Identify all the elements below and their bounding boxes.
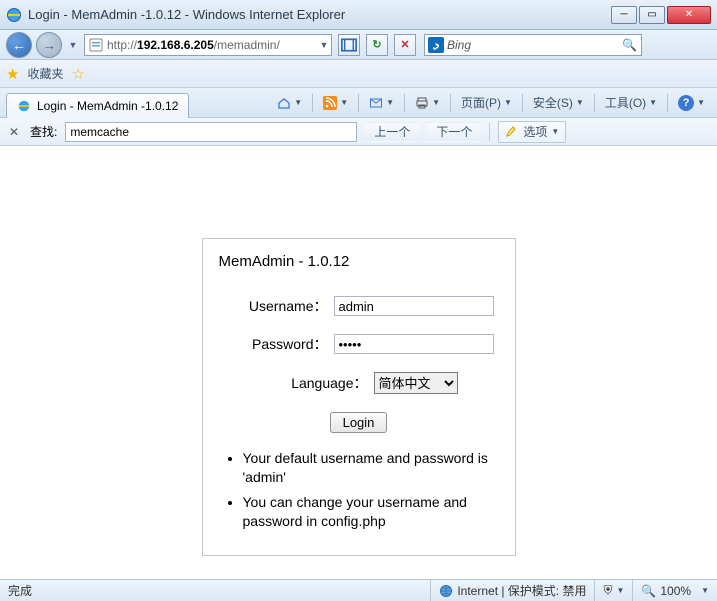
back-button[interactable]: ← [6, 32, 32, 58]
tab-favicon-icon [17, 99, 31, 113]
page-content: MemAdmin - 1.0.12 Username： Password： La… [0, 146, 717, 579]
find-options-button[interactable]: 选项 ▼ [498, 121, 566, 143]
tools-menu[interactable]: 工具(O) ▼ [599, 92, 663, 114]
window-title: Login - MemAdmin -1.0.12 - Windows Inter… [28, 7, 611, 22]
search-go-icon[interactable]: 🔍 [618, 38, 641, 52]
window-controls: ─ ▭ ✕ [611, 6, 711, 24]
password-label: Password： [219, 334, 334, 354]
stop-button[interactable]: ✕ [394, 34, 416, 56]
find-input[interactable] [66, 123, 356, 141]
find-bar: ✕ 查找: 上一个 下一个 选项 ▼ [0, 118, 717, 146]
shield-icon: ⛨ [603, 583, 612, 598]
page-favicon-icon [88, 37, 104, 53]
login-heading: MemAdmin - 1.0.12 [219, 253, 499, 270]
close-button[interactable]: ✕ [667, 6, 711, 24]
safety-menu[interactable]: 安全(S) ▼ [527, 92, 590, 114]
url-dropdown-icon[interactable]: ▼ [317, 32, 331, 58]
search-box[interactable]: 🔍 [424, 34, 642, 56]
mail-button[interactable]: ▼ [363, 92, 400, 114]
nav-history-dropdown[interactable]: ▼ [66, 32, 80, 58]
print-button[interactable]: ▼ [409, 92, 446, 114]
minimize-button[interactable]: ─ [611, 6, 637, 24]
password-input[interactable] [334, 334, 494, 354]
refresh-button[interactable]: ↻ [366, 34, 388, 56]
login-panel: MemAdmin - 1.0.12 Username： Password： La… [202, 238, 516, 556]
help-button[interactable]: ?▼ [672, 92, 711, 114]
highlighter-icon [505, 125, 519, 139]
url-path: /memadmin/ [214, 38, 280, 52]
status-protected-mode-dropdown[interactable]: ⛨▼ [594, 580, 632, 601]
bing-icon [428, 37, 444, 53]
language-select[interactable]: 简体中文 [374, 372, 458, 394]
search-input[interactable] [447, 35, 618, 55]
favorites-bar: ★ 收藏夹 ☆ [0, 60, 717, 88]
login-note: Your default username and password is 'a… [243, 449, 499, 487]
url-prefix: http:// [107, 38, 137, 52]
find-prev-button[interactable]: 上一个 [365, 122, 419, 142]
find-input-wrapper [65, 122, 357, 142]
feeds-button[interactable]: ▼ [317, 92, 354, 114]
add-favorite-icon[interactable]: ☆ [71, 65, 84, 83]
compat-view-button[interactable] [338, 34, 360, 56]
address-bar[interactable]: http:// 192.168.6.205 /memadmin/ ▼ [84, 34, 332, 56]
username-label: Username： [219, 296, 334, 316]
login-notes: Your default username and password is 'a… [219, 449, 499, 531]
tab-title: Login - MemAdmin -1.0.12 [37, 99, 178, 113]
status-done: 完成 [0, 582, 40, 599]
tab-toolbar: Login - MemAdmin -1.0.12 ▼ ▼ ▼ ▼ 页面(P) ▼… [0, 88, 717, 118]
language-label: Language： [219, 373, 374, 393]
globe-icon [439, 584, 453, 598]
status-zoom[interactable]: 🔍100% ▼ [632, 580, 717, 601]
url-host: 192.168.6.205 [137, 38, 214, 52]
command-bar: ▼ ▼ ▼ ▼ 页面(P) ▼ 安全(S) ▼ 工具(O) ▼ ?▼ [271, 88, 717, 117]
tab-current[interactable]: Login - MemAdmin -1.0.12 [6, 93, 189, 118]
login-note: You can change your username and passwor… [243, 493, 499, 531]
ie-logo-icon [6, 7, 22, 23]
status-bar: 完成 Internet | 保护模式: 禁用 ⛨▼ 🔍100% ▼ [0, 579, 717, 601]
navigation-toolbar: ← → ▼ http:// 192.168.6.205 /memadmin/ ▼… [0, 30, 717, 60]
username-input[interactable] [334, 296, 494, 316]
login-button[interactable]: Login [330, 412, 388, 433]
find-label: 查找: [30, 123, 57, 140]
window-titlebar: Login - MemAdmin -1.0.12 - Windows Inter… [0, 0, 717, 30]
favorites-label[interactable]: 收藏夹 [27, 65, 63, 82]
favorites-star-icon[interactable]: ★ [6, 65, 19, 83]
page-menu[interactable]: 页面(P) ▼ [455, 92, 518, 114]
status-zone[interactable]: Internet | 保护模式: 禁用 [430, 580, 594, 601]
home-button[interactable]: ▼ [271, 92, 308, 114]
find-next-button[interactable]: 下一个 [427, 122, 481, 142]
find-close-button[interactable]: ✕ [6, 124, 22, 140]
forward-button[interactable]: → [36, 32, 62, 58]
maximize-button[interactable]: ▭ [639, 6, 665, 24]
